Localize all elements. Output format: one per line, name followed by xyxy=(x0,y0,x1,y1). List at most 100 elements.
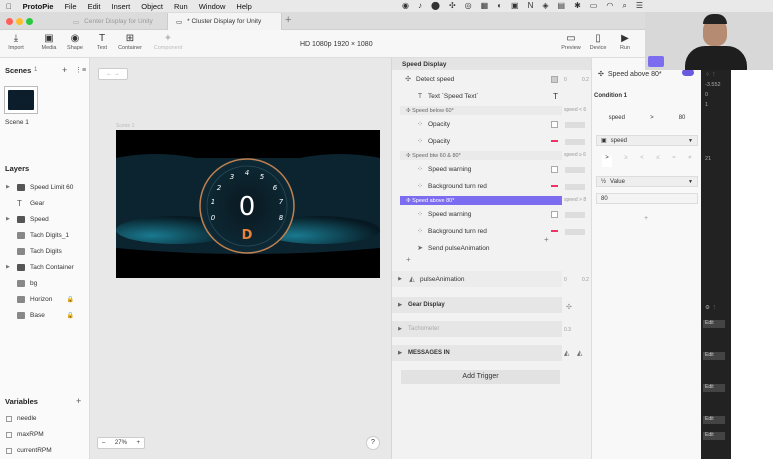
response-send-pulse[interactable]: ➤ Send pulseAnimation xyxy=(392,240,562,256)
battery-icon[interactable]: ▭ xyxy=(590,1,598,11)
add-condition-icon[interactable]: + xyxy=(644,215,648,222)
enable-toggle[interactable] xyxy=(682,69,694,76)
condition-speed-above-80[interactable]: ✣ Speed above 80* xyxy=(400,196,562,205)
status-icon[interactable]: ▦ xyxy=(481,1,489,11)
expand-icon[interactable]: ▶ xyxy=(396,326,404,332)
zoom-window-button[interactable] xyxy=(26,18,33,25)
interaction-header[interactable]: Speed Display xyxy=(392,58,592,70)
status-icon[interactable]: N xyxy=(528,1,534,11)
response-speed-warning-2[interactable]: ⁘ Speed warning xyxy=(392,206,562,222)
minimize-window-button[interactable] xyxy=(16,18,23,25)
remove-icon[interactable] xyxy=(551,140,558,142)
layer-speed-limit-60[interactable]: ▶ Speed Limit 60 xyxy=(6,180,88,194)
op-eq[interactable]: = xyxy=(672,155,676,167)
bluetooth-icon[interactable]: ✱ xyxy=(574,1,581,11)
component-button[interactable]: ✦ Component xyxy=(152,33,184,51)
response-checkbox[interactable] xyxy=(551,165,558,173)
response-background-red-2[interactable]: ⁘ Background turn red xyxy=(392,223,562,239)
section-messages-in[interactable]: ▶ MESSAGES IN xyxy=(392,345,562,361)
section-tachometer[interactable]: ▶ Tachometer xyxy=(392,321,562,337)
edit-button[interactable]: Edit xyxy=(703,384,725,392)
control-center-icon[interactable]: ☰ xyxy=(636,1,643,11)
apple-icon[interactable]:  xyxy=(6,2,12,11)
layer-gear[interactable]: T Gear xyxy=(6,196,88,210)
value-input[interactable]: 80 xyxy=(596,193,698,204)
status-icon[interactable]: ◐ xyxy=(497,1,502,11)
response-checkbox[interactable] xyxy=(551,120,558,128)
status-icon[interactable]: ♪ xyxy=(418,1,422,11)
variable-item[interactable]: currentRPM xyxy=(6,447,52,454)
device-button[interactable]: ▯ Device xyxy=(584,33,612,51)
response-opacity-1[interactable]: ⁘ Opacity xyxy=(392,116,562,132)
undo-redo-buttons[interactable]: ← → xyxy=(98,68,128,80)
expand-icon[interactable]: ▶ xyxy=(6,264,12,270)
add-response-icon[interactable]: + xyxy=(544,235,549,244)
expand-icon[interactable]: ▶ xyxy=(396,276,404,282)
condition-speed-below-60[interactable]: ✣ Speed below 60* xyxy=(400,106,562,115)
variable-item[interactable]: maxRPM xyxy=(6,431,44,438)
tab-cluster-display[interactable]: ▭ * Cluster Display for Unity xyxy=(167,13,282,30)
menu-help[interactable]: Help xyxy=(236,2,251,11)
menu-run[interactable]: Run xyxy=(174,2,188,11)
status-icon[interactable]: ◉ xyxy=(402,1,409,11)
remove-icon[interactable] xyxy=(551,185,558,187)
shape-button[interactable]: ◉ Shape xyxy=(61,33,89,51)
section-gear-display[interactable]: ▶ Gear Display xyxy=(392,297,562,313)
response-background-red-1[interactable]: ⁘ Background turn red xyxy=(392,178,562,194)
menu-object[interactable]: Object xyxy=(141,2,163,11)
expand-icon[interactable]: ▶ xyxy=(396,302,404,308)
edit-button[interactable]: Edit xyxy=(703,320,725,328)
menu-window[interactable]: Window xyxy=(199,2,226,11)
layer-base[interactable]: Base 🔒 xyxy=(6,308,88,322)
add-scene-icon[interactable]: + xyxy=(62,65,67,75)
scene-frame[interactable]: 0 1 2 3 4 5 6 7 8 0 D xyxy=(116,130,380,278)
expand-icon[interactable]: ▶ xyxy=(396,350,404,356)
lock-icon[interactable]: 🔒 xyxy=(67,296,74,303)
expand-icon[interactable]: ▶ xyxy=(6,216,12,222)
value-type-select[interactable]: ½ Value ▼ xyxy=(596,176,698,187)
variable-item[interactable]: needle xyxy=(6,415,37,422)
add-trigger-button[interactable]: Add Trigger xyxy=(401,370,560,384)
preview-button[interactable]: ▭ Preview xyxy=(557,33,585,51)
zoom-control[interactable]: – 27% + xyxy=(97,437,145,449)
tab-center-display[interactable]: ▭ Center Display for Unity xyxy=(65,13,165,30)
condition-summary[interactable]: speed > 80 xyxy=(596,111,698,125)
status-icon[interactable]: ✣ xyxy=(449,1,456,11)
media-button[interactable]: ▣ Media xyxy=(35,33,63,51)
trigger-detect-speed[interactable]: ✣ Detect speed xyxy=(392,71,562,87)
lock-icon[interactable]: 🔒 xyxy=(67,312,74,319)
trigger-toggle[interactable] xyxy=(551,75,558,83)
receive-icon[interactable]: ◭ xyxy=(564,349,569,357)
op-lt[interactable]: < xyxy=(640,155,644,167)
container-button[interactable]: ⊞ Container xyxy=(115,33,145,51)
expand-icon[interactable]: ▶ xyxy=(6,184,12,190)
resolution-selector[interactable]: HD 1080p 1920 × 1080 xyxy=(300,41,373,48)
move-icon[interactable]: ✣ xyxy=(566,303,572,311)
remove-icon[interactable] xyxy=(551,230,558,232)
add-response-icon[interactable]: + xyxy=(406,255,411,264)
layer-tach-container[interactable]: ▶ Tach Container xyxy=(6,260,88,274)
import-button[interactable]: ⤓ Import xyxy=(2,33,30,51)
trigger-pulse-animation[interactable]: ▶ ◭ pulseAnimation xyxy=(392,271,562,287)
menu-insert[interactable]: Insert xyxy=(112,2,131,11)
menu-app[interactable]: ProtoPie xyxy=(23,2,54,11)
status-icon[interactable]: ◎ xyxy=(465,1,472,11)
search-icon[interactable]: ⌕ xyxy=(622,1,626,11)
condition-speed-60-80[interactable]: ✣ Speed btw 60 & 80* xyxy=(400,151,562,160)
layer-tach-digits-1[interactable]: Tach Digits_1 xyxy=(6,228,88,242)
zoom-in-icon[interactable]: + xyxy=(136,440,140,446)
layer-speed[interactable]: ▶ Speed xyxy=(6,212,88,226)
add-variable-icon[interactable]: + xyxy=(76,396,81,406)
scene-options-icon[interactable]: ⋮≡ xyxy=(75,66,86,74)
op-lte[interactable]: ≤ xyxy=(656,155,659,167)
op-gte[interactable]: ≥ xyxy=(624,155,627,167)
response-text[interactable]: T Text `Speed Text` T xyxy=(392,88,562,104)
op-gt[interactable]: > xyxy=(602,155,612,167)
status-icon[interactable]: ◈ xyxy=(542,1,548,11)
text-button[interactable]: T Text xyxy=(88,33,116,51)
edit-button[interactable]: Edit xyxy=(703,416,725,424)
help-button[interactable]: ? xyxy=(366,436,380,450)
layer-tach-digits[interactable]: Tach Digits xyxy=(6,244,88,258)
add-tab-icon[interactable]: + xyxy=(285,14,291,26)
status-icon[interactable]: ▣ xyxy=(511,1,519,11)
